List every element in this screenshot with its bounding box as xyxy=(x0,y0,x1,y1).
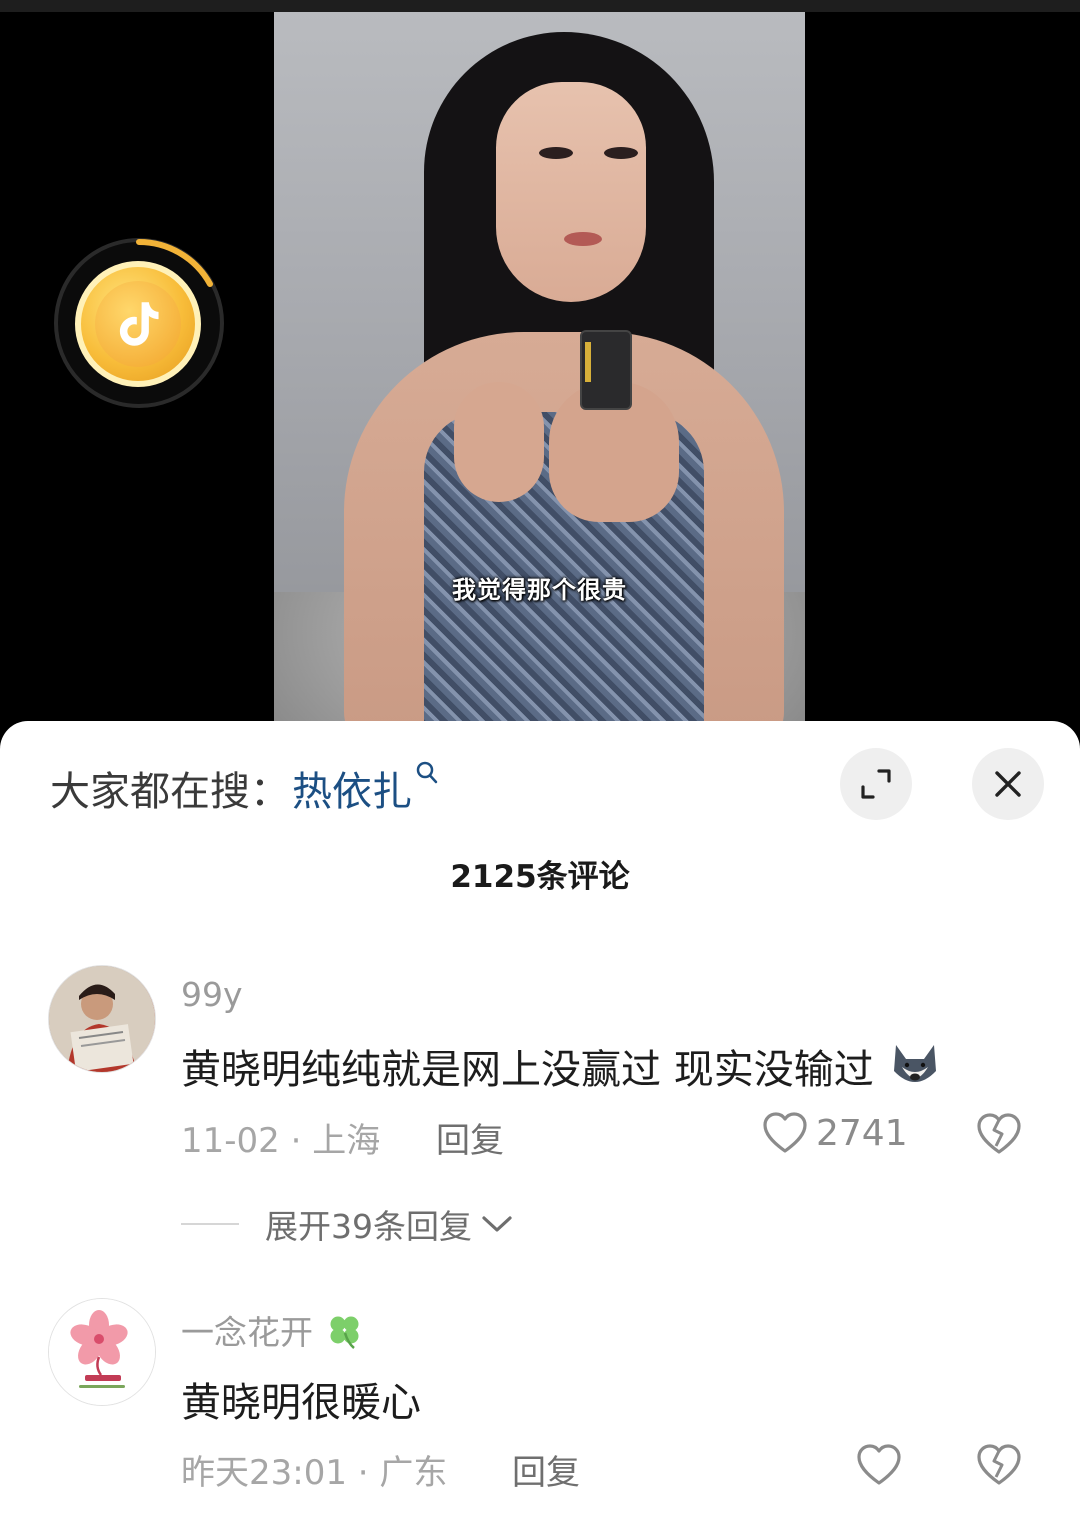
video-eye xyxy=(604,147,638,159)
hot-search-bar[interactable]: 大家都在搜： 热依扎 xyxy=(50,761,438,815)
broken-heart-icon xyxy=(977,1113,1021,1154)
tiktok-coin-icon xyxy=(75,261,201,387)
reply-button[interactable]: 回复 xyxy=(512,1445,580,1494)
broken-heart-icon xyxy=(977,1444,1021,1485)
hot-search-prefix: 大家都在搜： xyxy=(50,769,290,815)
expand-replies-button[interactable]: 展开39条回复 xyxy=(181,1200,514,1248)
comment-count-title: 2125条评论 xyxy=(450,859,630,895)
video-face xyxy=(496,82,646,302)
coin-reward-badge[interactable] xyxy=(54,238,224,408)
husky-dog-emoji xyxy=(888,1041,942,1103)
divider xyxy=(181,1223,239,1225)
dislike-button[interactable] xyxy=(976,1443,1022,1491)
comment-text: 黄晓明纯纯就是网上没赢过 现实没输过 xyxy=(181,1037,942,1103)
expand-replies-label: 展开39条回复 xyxy=(265,1207,472,1246)
like-count: 2741 xyxy=(816,1112,908,1154)
comment-date: 11-02 xyxy=(181,1121,280,1161)
video-microphone-device xyxy=(580,330,632,410)
four-leaf-clover-emoji xyxy=(324,1311,364,1359)
screen: 我觉得那个很贵 大家都在搜： 热依扎 2125条评论 99y 黄晓明纯纯就是网上… xyxy=(0,0,1080,1532)
status-strip xyxy=(0,0,1080,12)
heart-icon xyxy=(763,1112,807,1153)
comment-sheet: 大家都在搜： 热依扎 2125条评论 99y 黄晓明纯纯就是网上没赢过 现实没输… xyxy=(0,721,1080,1532)
like-button[interactable] xyxy=(856,1443,902,1487)
comment-location: 广东 xyxy=(379,1453,448,1493)
video-eye xyxy=(539,147,573,159)
comment-item: 99y 黄晓明纯纯就是网上没赢过 现实没输过 11-02 · 上海 回复 274… xyxy=(0,965,1080,1265)
comment-item: 一念花开 黄晓明很暖心 昨天23:01 · 广东 回复 xyxy=(0,1298,1080,1528)
comment-date: 昨天23:01 xyxy=(181,1453,347,1493)
chevron-down-icon xyxy=(482,1216,512,1232)
video-subtitle: 我觉得那个很贵 xyxy=(452,576,627,604)
expand-icon xyxy=(861,769,891,799)
reply-button[interactable]: 回复 xyxy=(436,1113,504,1162)
expand-button[interactable] xyxy=(840,748,912,820)
comment-location: 上海 xyxy=(312,1121,381,1161)
avatar[interactable] xyxy=(48,965,156,1073)
video-hand xyxy=(454,382,544,502)
close-icon xyxy=(995,771,1021,797)
comment-meta: 昨天23:01 · 广东 xyxy=(181,1453,448,1493)
comment-meta: 11-02 · 上海 xyxy=(181,1121,381,1161)
comment-username[interactable]: 一念花开 xyxy=(181,1306,364,1359)
close-button[interactable] xyxy=(972,748,1044,820)
avatar[interactable] xyxy=(48,1298,156,1406)
heart-icon xyxy=(857,1444,901,1485)
comment-text: 黄晓明很暖心 xyxy=(181,1380,421,1426)
tiktok-logo-icon xyxy=(119,302,159,346)
search-icon xyxy=(416,761,438,791)
like-button[interactable]: 2741 xyxy=(762,1111,908,1155)
hot-search-term[interactable]: 热依扎 xyxy=(292,759,412,817)
video-player[interactable]: 我觉得那个很贵 xyxy=(274,12,805,722)
dislike-button[interactable] xyxy=(976,1112,1022,1160)
comment-username[interactable]: 99y xyxy=(181,975,243,1014)
video-mouth xyxy=(564,232,602,246)
